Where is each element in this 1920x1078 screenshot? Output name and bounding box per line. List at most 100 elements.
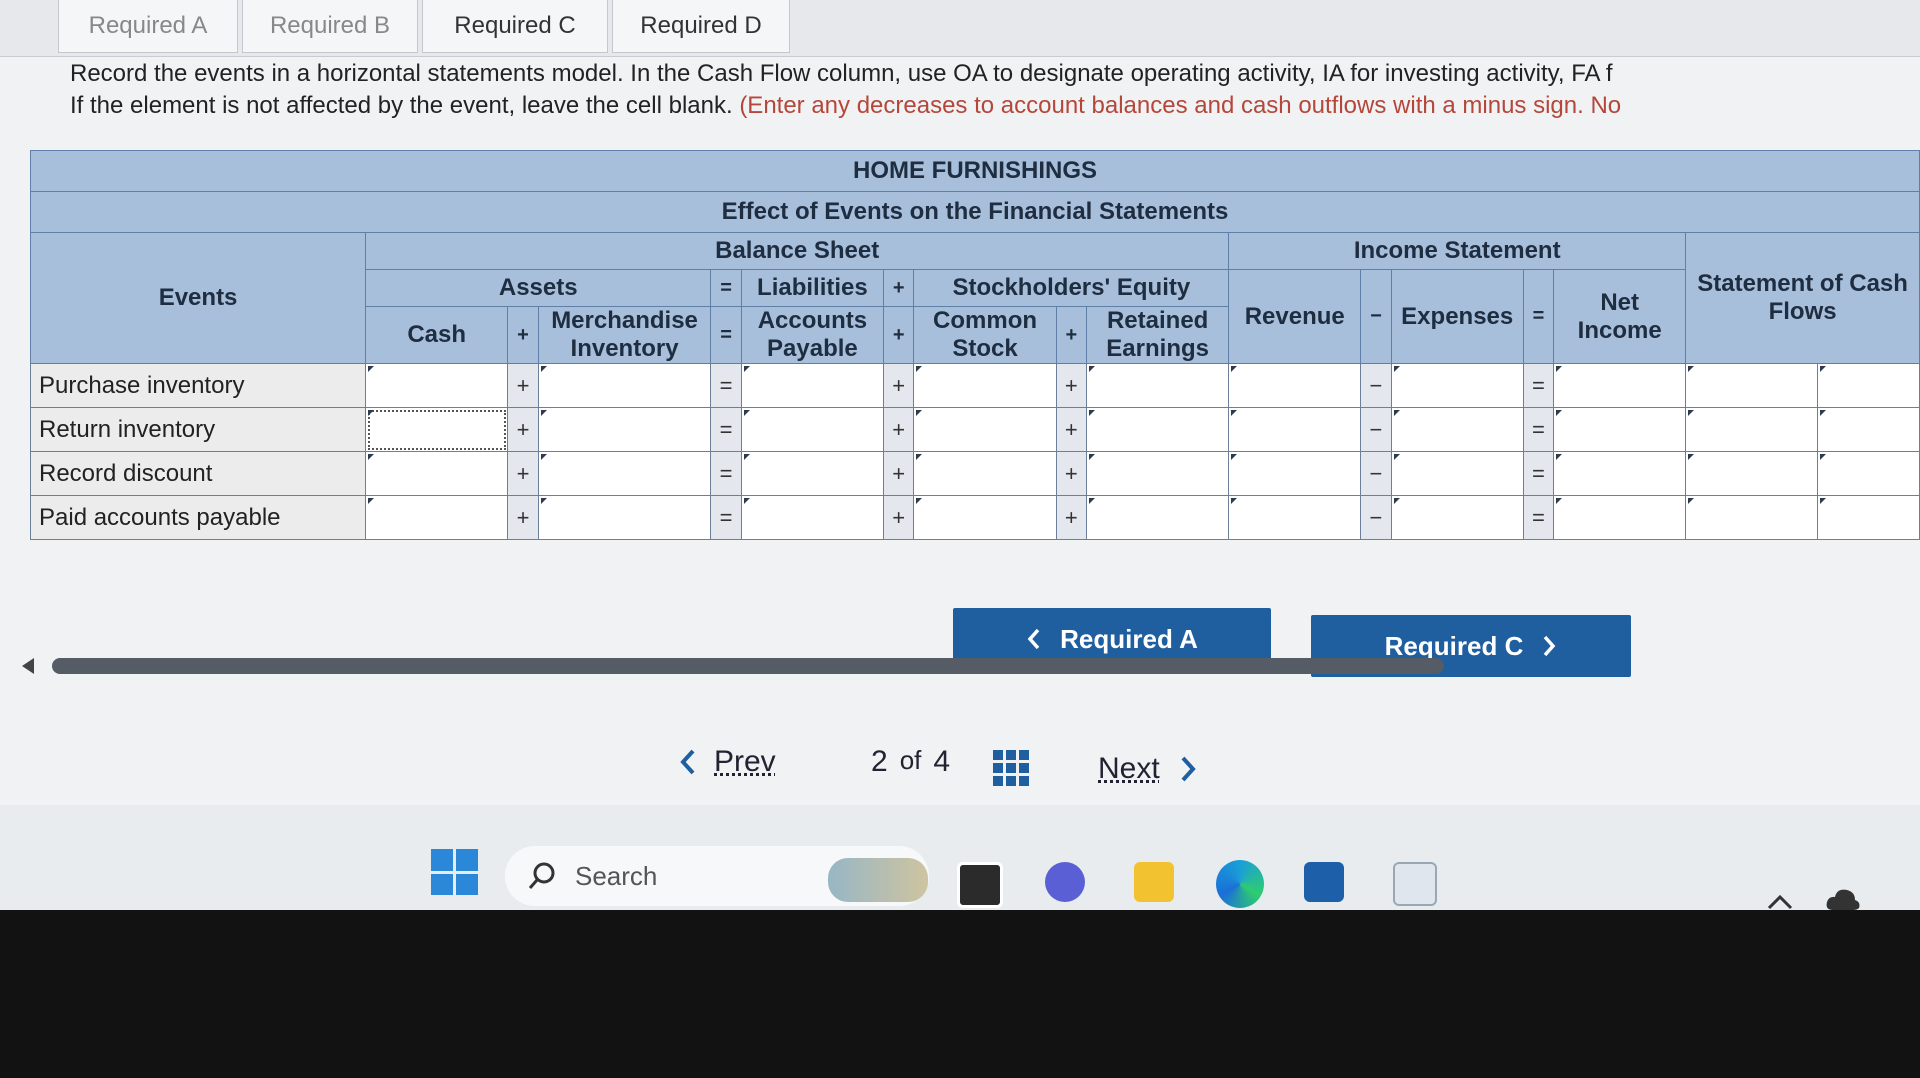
accounts-payable-input[interactable] [740, 363, 884, 408]
tab-label: Required C [454, 12, 576, 39]
liabilities-header: Liabilities [740, 269, 884, 307]
store-icon[interactable] [1304, 862, 1344, 902]
tab-required-c[interactable]: Required C [422, 0, 608, 53]
horizontal-scrollbar-thumb[interactable] [52, 658, 1444, 674]
cash-flow-amount-input[interactable] [1685, 451, 1819, 496]
scroll-left-arrow-icon[interactable] [22, 658, 34, 674]
expenses-input[interactable] [1390, 495, 1524, 540]
retained-earnings-input[interactable] [1086, 407, 1230, 452]
cash-flow-amount-input[interactable] [1685, 495, 1819, 540]
chevron-up-icon[interactable] [1765, 892, 1795, 912]
next-required-label: Required C [1384, 630, 1524, 661]
chat-icon[interactable] [1045, 862, 1085, 902]
net-income-input[interactable] [1553, 407, 1687, 452]
revenue-input[interactable] [1228, 363, 1362, 408]
revenue-input[interactable] [1228, 451, 1362, 496]
table-subtitle: Effect of Events on the Financial Statem… [30, 191, 1920, 233]
merch-inventory-input[interactable] [537, 451, 712, 496]
plus-sign: + [882, 363, 915, 408]
accounts-payable-input[interactable] [740, 451, 884, 496]
cash-input[interactable] [365, 363, 509, 408]
retained-earnings-input[interactable] [1086, 451, 1230, 496]
expenses-input[interactable] [1390, 407, 1524, 452]
cash-flow-activity-select[interactable] [1817, 407, 1920, 452]
plus-sign: + [1055, 495, 1088, 540]
edge-icon[interactable] [1216, 860, 1264, 908]
equals-sign: = [1522, 495, 1555, 540]
grid-icon[interactable] [993, 750, 1029, 786]
merch-inventory-input[interactable] [537, 495, 712, 540]
chevron-right-icon [1544, 635, 1556, 657]
net-income-input[interactable] [1553, 495, 1687, 540]
plus-sign: + [1055, 306, 1088, 364]
event-label: Paid accounts payable [29, 495, 367, 540]
windows-start-icon[interactable] [431, 849, 478, 895]
expenses-header: Expenses [1390, 269, 1524, 364]
common-stock-input[interactable] [913, 363, 1057, 408]
folder-icon[interactable] [1134, 862, 1174, 902]
cloud-icon[interactable] [1825, 886, 1861, 912]
minus-sign: − [1360, 407, 1392, 452]
tab-required-d[interactable]: Required D [612, 0, 790, 53]
app-icon[interactable] [1393, 862, 1437, 906]
retained-earnings-input[interactable] [1086, 495, 1230, 540]
equity-header: Stockholders' Equity [913, 269, 1230, 307]
plus-sign: + [882, 451, 915, 496]
next-page-link[interactable]: Next [1098, 752, 1198, 786]
accounts-payable-input[interactable] [740, 407, 884, 452]
cash-input[interactable] [365, 407, 509, 452]
net-income-input[interactable] [1553, 363, 1687, 408]
net-income-header: Net Income [1553, 269, 1687, 364]
tab-label: Required B [269, 12, 391, 39]
tab-required-a[interactable]: Required A [58, 0, 238, 53]
instructions-text: If the element is not affected by the ev… [70, 92, 740, 119]
common-stock-input[interactable] [913, 407, 1057, 452]
accounts-payable-input[interactable] [740, 495, 884, 540]
company-name: HOME FURNISHINGS [30, 150, 1920, 192]
cash-flow-activity-select[interactable] [1817, 495, 1920, 540]
merch-inventory-input[interactable] [537, 407, 712, 452]
minus-sign: − [1360, 363, 1392, 408]
revenue-header: Revenue [1228, 269, 1362, 364]
chevron-left-icon [1027, 628, 1040, 650]
net-income-input[interactable] [1553, 451, 1687, 496]
equals-sign: = [710, 306, 742, 364]
tab-label: Required D [640, 12, 762, 39]
cash-flow-amount-input[interactable] [1685, 363, 1819, 408]
instructions: Record the events in a horizontal statem… [70, 58, 1910, 122]
common-stock-input[interactable] [913, 451, 1057, 496]
equals-sign: = [710, 269, 742, 307]
accounts-payable-header: Accounts Payable [740, 306, 884, 364]
cash-input[interactable] [365, 451, 509, 496]
merch-inventory-input[interactable] [537, 363, 712, 408]
revenue-input[interactable] [1228, 495, 1362, 540]
plus-sign: + [882, 306, 915, 364]
cash-flow-amount-input[interactable] [1685, 407, 1819, 452]
expenses-input[interactable] [1390, 451, 1524, 496]
current-page: 2 [871, 745, 888, 778]
task-view-icon[interactable] [957, 862, 1003, 908]
common-stock-input[interactable] [913, 495, 1057, 540]
equals-sign: = [710, 363, 742, 408]
screen-bezel [0, 910, 1920, 1078]
plus-sign: + [507, 407, 539, 452]
table-row: Paid accounts payable + = + + − = [29, 495, 1920, 540]
cash-flow-activity-select[interactable] [1817, 451, 1920, 496]
events-header: Events [29, 232, 367, 364]
page-of: of [899, 745, 922, 775]
plus-sign: + [1055, 407, 1088, 452]
plus-sign: + [1055, 451, 1088, 496]
minus-sign: − [1360, 269, 1392, 364]
retained-earnings-input[interactable] [1086, 363, 1230, 408]
prev-page-link[interactable]: Prev [678, 745, 776, 779]
cash-input[interactable] [365, 495, 509, 540]
equals-sign: = [710, 451, 742, 496]
cash-flow-activity-select[interactable] [1817, 363, 1920, 408]
revenue-input[interactable] [1228, 407, 1362, 452]
weather-widget-icon[interactable] [828, 858, 928, 902]
equals-sign: = [1522, 269, 1555, 364]
expenses-input[interactable] [1390, 363, 1524, 408]
tab-required-b[interactable]: Required B [242, 0, 418, 53]
instructions-line-1: Record the events in a horizontal statem… [70, 60, 1613, 87]
plus-sign: + [882, 407, 915, 452]
